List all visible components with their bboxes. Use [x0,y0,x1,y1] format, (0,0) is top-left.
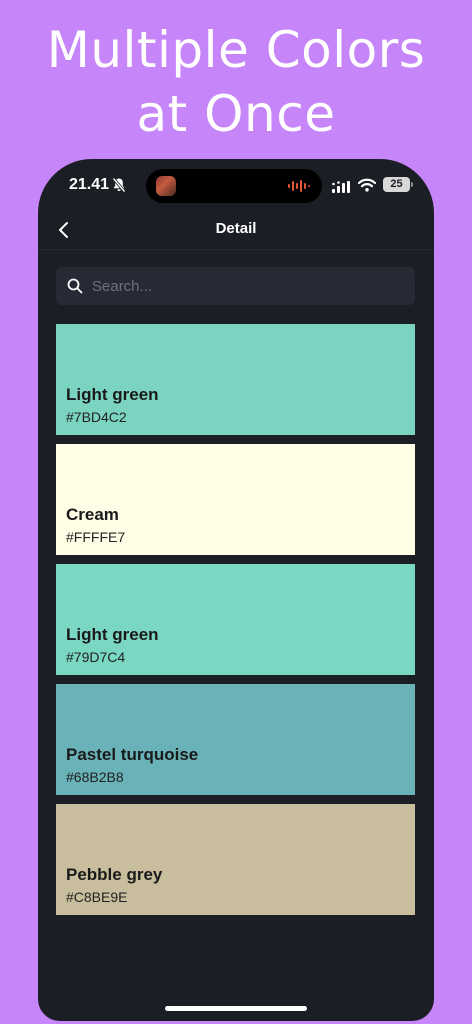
color-card[interactable]: Light green #79D7C4 [56,564,415,675]
status-time: 21.41 [69,176,110,193]
color-name: Light green [66,385,159,404]
home-indicator[interactable] [165,1006,307,1011]
status-bar: 21.41 25 [38,159,434,211]
navigation-header: Detail [38,211,434,250]
audio-waveform-icon [288,180,310,192]
dynamic-island [146,169,322,203]
color-name: Light green [66,625,159,644]
color-card[interactable]: Pebble grey #C8BE9E [56,804,415,915]
color-hex-code: #79D7C4 [66,649,126,665]
battery-icon: 25 [383,177,410,192]
silent-bell-icon [112,177,126,193]
search-input[interactable] [92,267,402,305]
color-card[interactable]: Light green #7BD4C2 [56,324,415,435]
color-card[interactable]: Pastel turquoise #68B2B8 [56,684,415,795]
wifi-icon [358,178,376,192]
battery-terminal [411,182,413,187]
promo-headline-line-1: Multiple Colors [46,21,426,79]
promo-headline: Multiple Colors at Once [0,18,472,146]
color-name: Pebble grey [66,865,163,884]
now-playing-artwork [156,176,176,196]
promo-headline-line-2: at Once [136,85,336,143]
color-name: Pastel turquoise [66,745,199,764]
color-hex-code: #7BD4C2 [66,409,127,425]
cellular-signal-icon [332,181,350,193]
color-hex-code: #C8BE9E [66,889,128,905]
color-name: Cream [66,505,119,524]
search-icon [67,278,83,294]
color-hex-code: #FFFFE7 [66,529,126,545]
page-title: Detail [215,220,257,237]
color-card[interactable]: Cream #FFFFE7 [56,444,415,555]
search-bar[interactable] [56,267,415,305]
phone-screen: 21.41 25 Detail Search... Light green #7… [38,159,434,1021]
color-hex-code: #68B2B8 [66,769,124,785]
